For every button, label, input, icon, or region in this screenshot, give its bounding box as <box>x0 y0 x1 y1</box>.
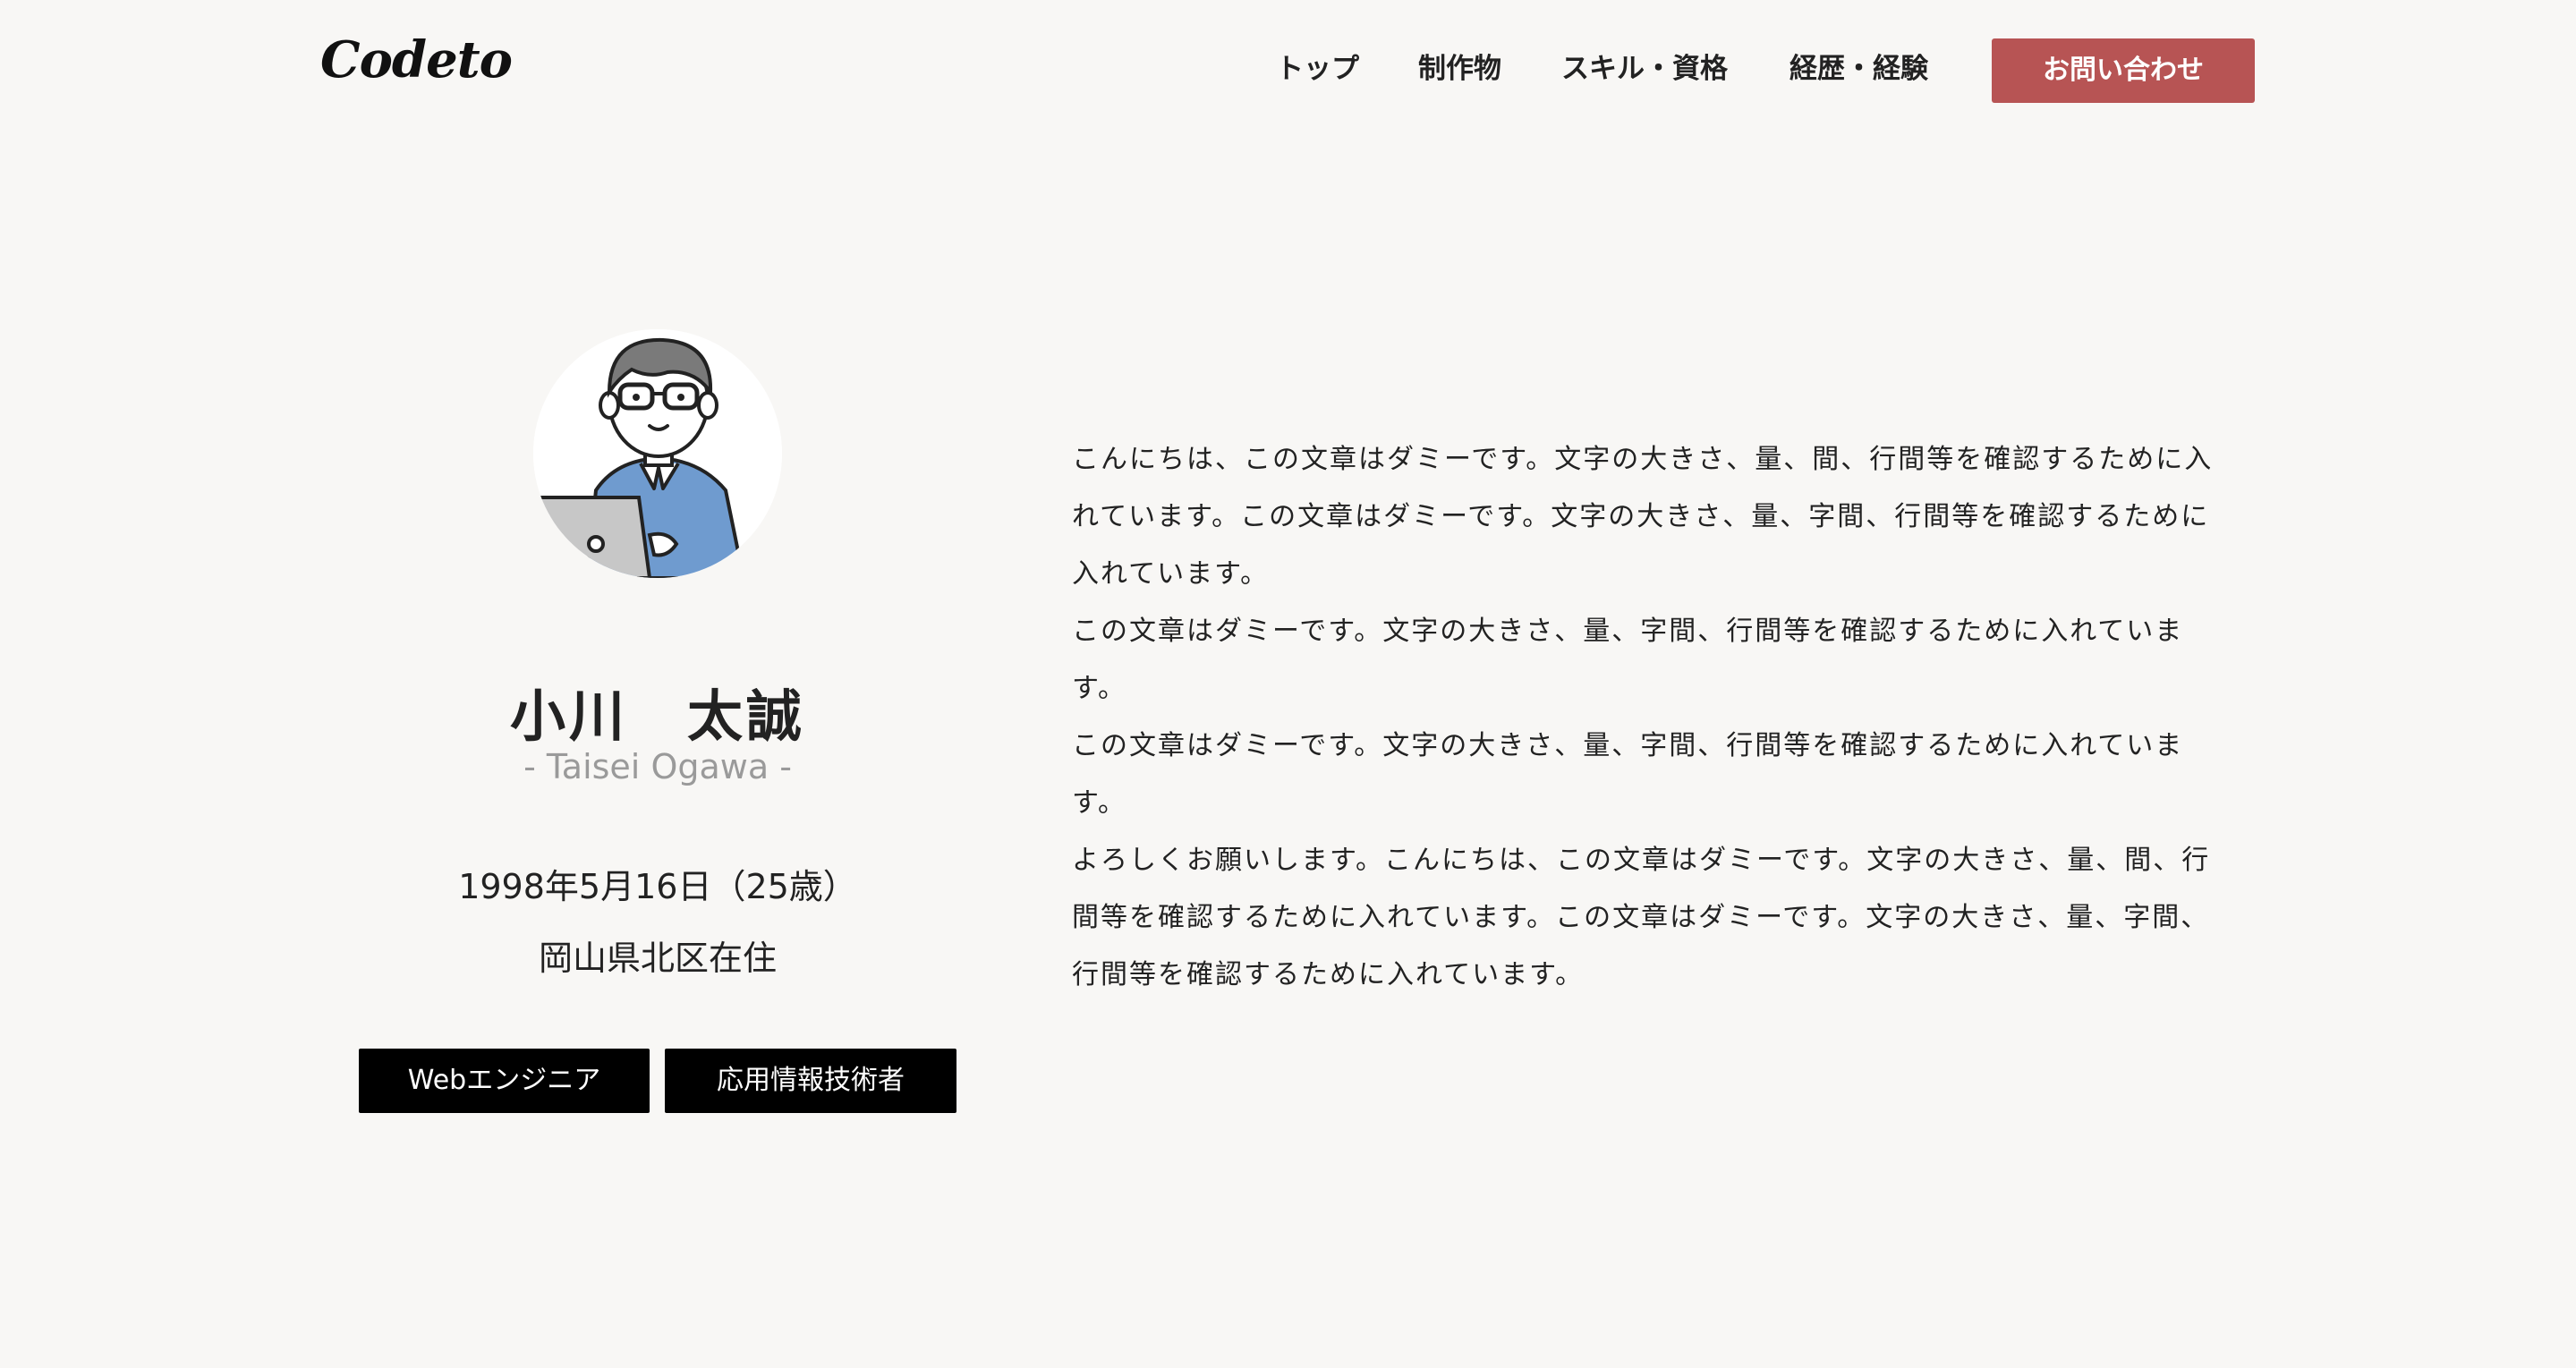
profile-name: 小川 太誠 <box>509 684 805 749</box>
nav-item-works[interactable]: 制作物 <box>1418 47 1501 91</box>
intro-text: こんにちは、この文章はダミーです。文字の大きさ、量、間、行間等を確認するために入… <box>1072 431 2226 1004</box>
profile-romaji: - Taisei Ogawa - <box>523 747 792 786</box>
site-header: Codeto トップ 制作物 スキル・資格 経歴・経験 お問い合わせ <box>0 0 2576 143</box>
contact-button[interactable]: お問い合わせ <box>1992 38 2255 103</box>
intro-paragraph: この文章はダミーです。文字の大きさ、量、字間、行間等を確認するために入れています… <box>1072 616 2184 704</box>
nav-item-career[interactable]: 経歴・経験 <box>1790 47 1928 91</box>
avatar <box>533 329 782 578</box>
nav-item-top[interactable]: トップ <box>1276 47 1359 91</box>
tag-web-engineer: Webエンジニア <box>359 1049 650 1113</box>
intro-paragraph: こんにちは、この文章はダミーです。文字の大きさ、量、間、行間等を確認するために入… <box>1072 444 2214 590</box>
profile-address: 岡山県北区在住 <box>538 939 777 978</box>
intro-paragraph: よろしくお願いします。こんにちは、この文章はダミーです。文字の大きさ、量、間、行… <box>1072 845 2211 990</box>
tag-applied-it-engineer: 応用情報技術者 <box>665 1049 956 1113</box>
intro-paragraph: この文章はダミーです。文字の大きさ、量、字間、行間等を確認するために入れています… <box>1072 730 2184 819</box>
site-logo[interactable]: Codeto <box>320 30 513 89</box>
profile-birthdate: 1998年5月16日（25歳） <box>458 867 857 906</box>
nav-item-skills[interactable]: スキル・資格 <box>1561 47 1728 91</box>
avatar-illustration <box>533 329 782 578</box>
profile-tags: Webエンジニア 応用情報技術者 <box>359 1049 967 1113</box>
